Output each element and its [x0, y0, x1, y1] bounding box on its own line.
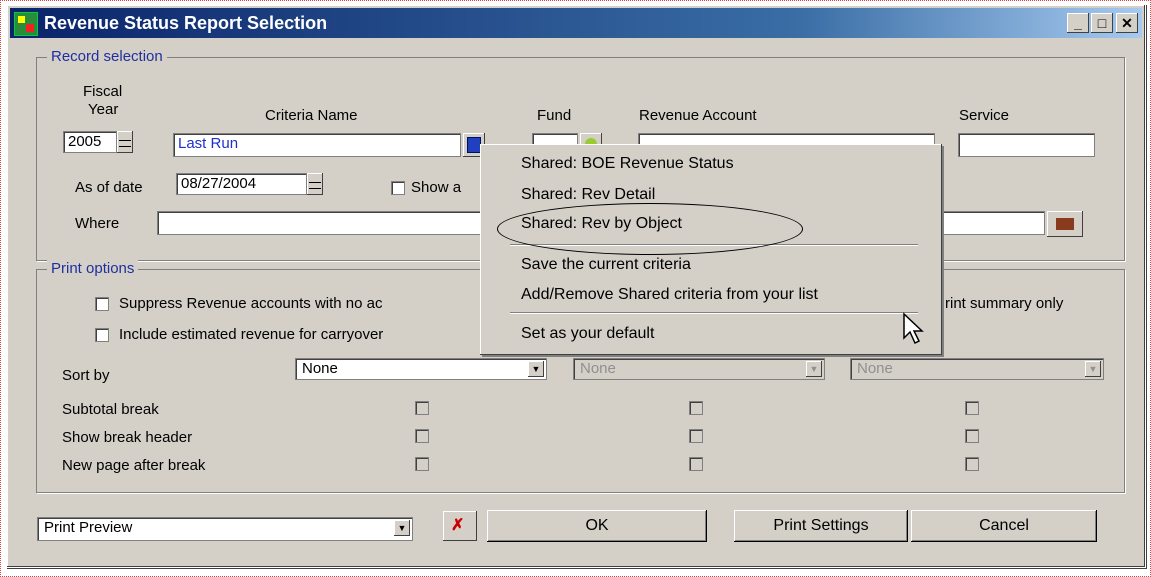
fund-label: Fund [537, 107, 572, 124]
list-icon [467, 137, 481, 153]
menu-item-shared-rev-detail[interactable]: Shared: Rev Detail [521, 186, 655, 204]
new-page-after-break-label: New page after break [62, 457, 206, 474]
output-destination-select[interactable]: Print Preview ▼ [37, 517, 413, 541]
dropdown-arrow-icon[interactable]: ▼ [528, 361, 544, 377]
query-builder-button[interactable] [1047, 211, 1083, 237]
show-break-header-checkbox-3[interactable] [965, 429, 979, 443]
maximize-button[interactable]: □ [1091, 13, 1113, 33]
clear-criteria-button[interactable]: ✗ [443, 511, 477, 541]
menu-separator [510, 312, 918, 314]
suppress-checkbox[interactable] [95, 297, 109, 311]
sort-by-label: Sort by [62, 367, 110, 384]
show-label: Show a [411, 179, 462, 196]
subtotal-break-checkbox-3[interactable] [965, 401, 979, 415]
app-icon [14, 12, 38, 36]
menu-item-save-current-criteria[interactable]: Save the current criteria [521, 256, 691, 274]
revenue-account-label: Revenue Account [639, 107, 757, 124]
dropdown-arrow-icon: ▼ [1085, 361, 1101, 377]
as-of-date-label: As of date [75, 179, 143, 196]
title-bar[interactable]: Revenue Status Report Selection _ □ ✕ [10, 8, 1142, 38]
minimize-button[interactable]: _ [1067, 13, 1089, 33]
sort-by-select-3: None ▼ [850, 358, 1104, 380]
print-settings-button[interactable]: Print Settings [734, 510, 908, 542]
record-selection-legend: Record selection [47, 48, 167, 65]
sort-by-3-value: None [857, 360, 893, 377]
fiscal-label-line1: Fiscal [83, 83, 123, 100]
ok-button[interactable]: OK [487, 510, 707, 542]
show-break-header-label: Show break header [62, 429, 193, 446]
close-button[interactable]: ✕ [1116, 13, 1138, 33]
sort-by-1-value: None [302, 360, 338, 377]
criteria-name-label: Criteria Name [265, 107, 358, 124]
service-label: Service [959, 107, 1010, 124]
menu-item-shared-boe-revenue-status[interactable]: Shared: BOE Revenue Status [521, 155, 734, 173]
menu-item-add-remove-shared[interactable]: Add/Remove Shared criteria from your lis… [521, 286, 818, 304]
new-page-checkbox-1[interactable] [415, 457, 429, 471]
query-builder-icon [1056, 218, 1074, 230]
print-options-legend: Print options [47, 260, 139, 277]
fiscal-year-spinner[interactable] [117, 131, 133, 153]
suppress-label: Suppress Revenue accounts with no ac [119, 295, 383, 312]
show-checkbox[interactable] [391, 181, 405, 195]
new-page-checkbox-3[interactable] [965, 457, 979, 471]
highlight-ellipse [497, 203, 803, 255]
sort-by-select-1[interactable]: None ▼ [295, 358, 547, 380]
show-break-header-checkbox-1[interactable] [415, 429, 429, 443]
include-estimated-label: Include estimated revenue for carryover [119, 326, 384, 343]
new-page-checkbox-2[interactable] [689, 457, 703, 471]
show-break-header-checkbox-2[interactable] [689, 429, 703, 443]
cancel-button[interactable]: Cancel [911, 510, 1097, 542]
subtotal-break-checkbox-2[interactable] [689, 401, 703, 415]
subtotal-break-label: Subtotal break [62, 401, 159, 418]
as-of-date-field[interactable]: 08/27/2004 [176, 173, 307, 195]
window-title: Revenue Status Report Selection [44, 13, 328, 33]
where-label: Where [75, 215, 120, 232]
output-destination-value: Print Preview [44, 519, 133, 536]
menu-item-set-as-default[interactable]: Set as your default [521, 325, 654, 343]
clear-edit-icon: ✗ [451, 517, 465, 534]
fiscal-year-field[interactable]: 2005 [63, 131, 117, 153]
mouse-cursor-icon [903, 312, 924, 345]
dropdown-arrow-icon: ▼ [806, 361, 822, 377]
sort-by-2-value: None [580, 360, 616, 377]
service-field[interactable] [958, 133, 1095, 157]
dropdown-arrow-icon[interactable]: ▼ [394, 520, 410, 536]
criteria-name-field[interactable]: Last Run [173, 133, 461, 157]
print-summary-label: rint summary only [945, 295, 1064, 312]
sort-by-select-2: None ▼ [573, 358, 825, 380]
subtotal-break-checkbox-1[interactable] [415, 401, 429, 415]
as-of-date-spinner[interactable] [307, 173, 323, 195]
fiscal-label-line2: Year [88, 101, 119, 118]
include-estimated-checkbox[interactable] [95, 328, 109, 342]
